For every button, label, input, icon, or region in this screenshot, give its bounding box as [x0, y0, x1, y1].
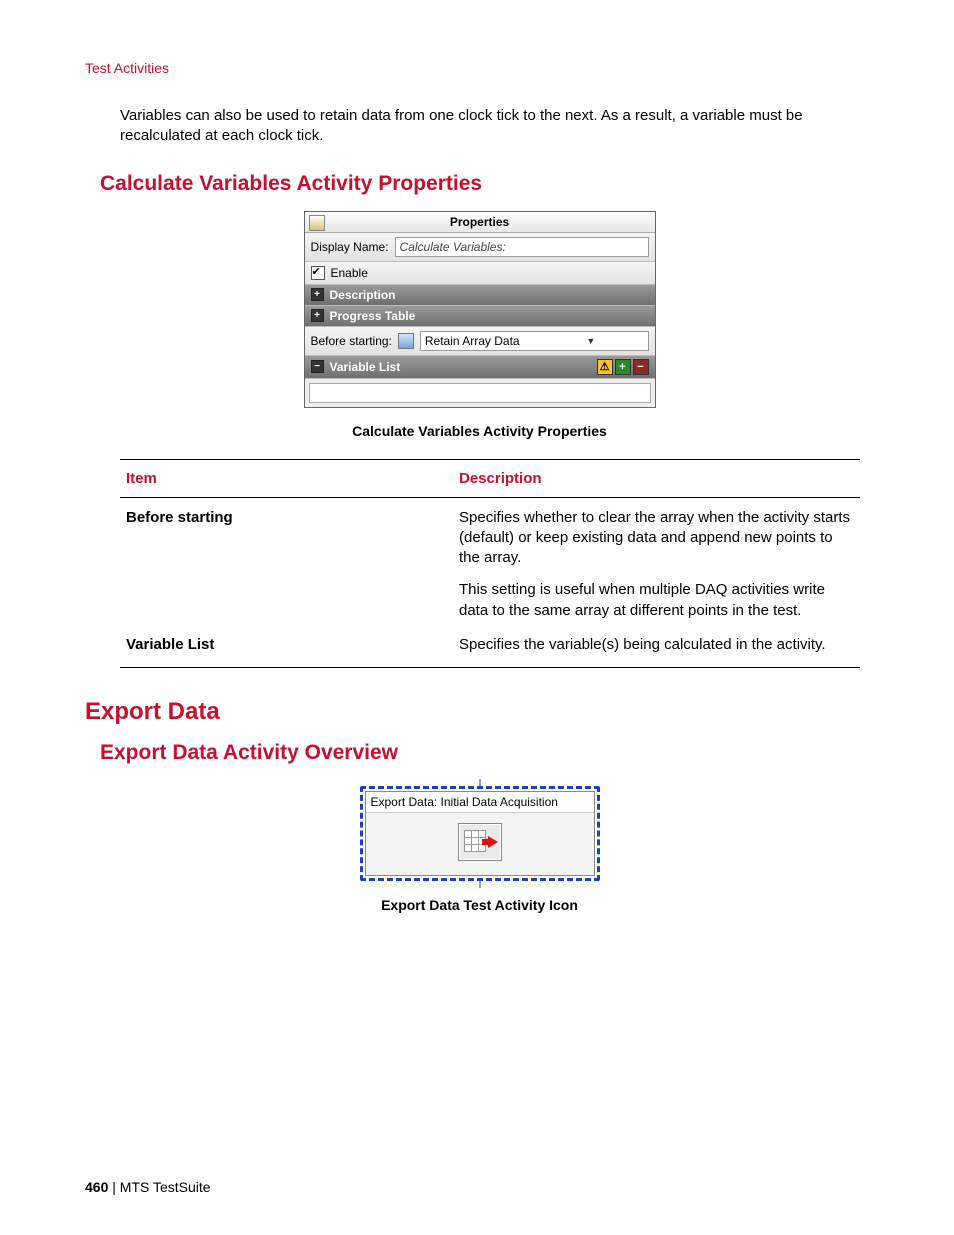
table-row: Variable List Specifies the variable(s) …: [120, 625, 860, 668]
export-icon-label: Export Data: Initial Data Acquisition: [366, 792, 594, 813]
table-item: Before starting: [120, 497, 453, 625]
variable-list-label: Variable List: [330, 360, 401, 374]
export-data-glyph: [458, 823, 502, 861]
variable-list-empty[interactable]: [309, 383, 651, 403]
enable-label: Enable: [331, 266, 368, 280]
panel-icon: [309, 215, 325, 231]
intro-paragraph: Variables can also be used to retain dat…: [120, 106, 874, 147]
warning-icon: ⚠: [597, 359, 613, 375]
enable-checkbox[interactable]: [311, 266, 325, 280]
chevron-down-icon[interactable]: ▼: [534, 334, 647, 348]
before-starting-select[interactable]: Retain Array Data ▼: [420, 331, 649, 351]
plus-icon[interactable]: +: [311, 309, 324, 322]
table-desc: Specifies the variable(s) being calculat…: [453, 625, 860, 668]
section-heading-calc-vars: Calculate Variables Activity Properties: [100, 172, 874, 196]
progress-table-label: Progress Table: [330, 309, 416, 323]
minus-icon[interactable]: −: [311, 360, 324, 373]
page-number: 460: [85, 1179, 108, 1195]
variable-list-section[interactable]: − Variable List ⚠ + −: [305, 356, 655, 379]
panel-title-bar: Properties: [305, 212, 655, 233]
progress-table-section[interactable]: + Progress Table: [305, 306, 655, 327]
table-desc: Specifies whether to clear the array whe…: [453, 497, 860, 625]
description-label: Description: [330, 288, 396, 302]
panel-title: Properties: [450, 215, 509, 229]
properties-table: Item Description Before starting Specifi…: [120, 459, 860, 669]
plus-icon[interactable]: +: [311, 288, 324, 301]
export-icon-caption: Export Data Test Activity Icon: [85, 897, 874, 913]
arrow-right-icon: [488, 836, 498, 848]
page-footer: 460 | MTS TestSuite: [85, 1179, 211, 1195]
subsection-heading-export-overview: Export Data Activity Overview: [100, 741, 874, 765]
display-name-label: Display Name:: [311, 240, 389, 254]
table-row: Before starting Specifies whether to cle…: [120, 497, 860, 625]
before-starting-value: Retain Array Data: [421, 332, 534, 350]
table-item: Variable List: [120, 625, 453, 668]
enable-row[interactable]: Enable: [305, 262, 655, 285]
export-data-icon-figure: Export Data: Initial Data Acquisition: [354, 780, 606, 887]
add-icon[interactable]: +: [615, 359, 631, 375]
display-name-input[interactable]: Calculate Variables:: [395, 237, 649, 257]
display-name-row: Display Name: Calculate Variables:: [305, 233, 655, 262]
before-starting-icon: [398, 333, 414, 349]
properties-panel: Properties Display Name: Calculate Varia…: [304, 211, 656, 408]
section-heading-export-data: Export Data: [85, 698, 874, 726]
breadcrumb: Test Activities: [85, 60, 874, 76]
remove-icon[interactable]: −: [633, 359, 649, 375]
table-header-description: Description: [453, 459, 860, 497]
before-starting-row: Before starting: Retain Array Data ▼: [305, 327, 655, 356]
footer-product: MTS TestSuite: [120, 1179, 211, 1195]
before-starting-label: Before starting:: [311, 334, 392, 348]
description-section[interactable]: + Description: [305, 285, 655, 306]
table-header-item: Item: [120, 459, 453, 497]
panel-caption: Calculate Variables Activity Properties: [85, 423, 874, 439]
